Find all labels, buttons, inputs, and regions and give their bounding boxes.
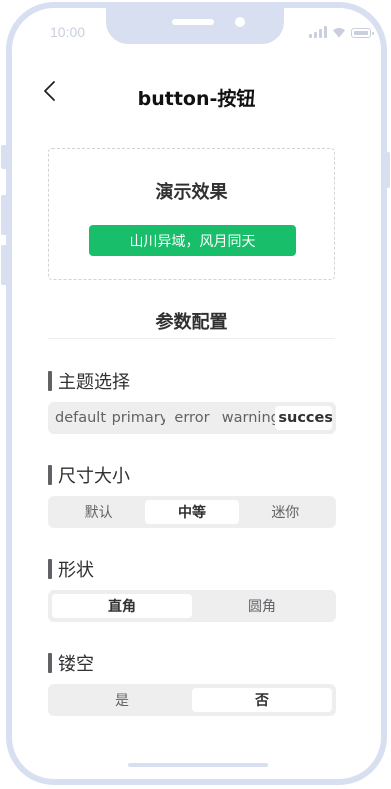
plain-group-title: 镂空 — [48, 650, 94, 676]
shape-option-round[interactable]: 圆角 — [192, 594, 332, 618]
theme-segmented-control: default primary error warning success — [48, 402, 336, 434]
home-indicator — [128, 763, 268, 767]
battery-icon — [351, 28, 374, 38]
screen: 10:00 button-按钮 演示效果 山川异域，风月同天 参数配置 主题选择… — [0, 0, 391, 789]
demo-button[interactable]: 山川异域，风月同天 — [89, 225, 296, 256]
demo-title: 演示效果 — [155, 182, 228, 203]
group-title-bar — [48, 465, 52, 485]
plain-option-yes[interactable]: 是 — [52, 688, 192, 712]
wifi-icon — [333, 28, 345, 38]
size-option-mini[interactable]: 迷你 — [239, 500, 332, 524]
size-segmented-control: 默认 中等 迷你 — [48, 496, 336, 528]
params-divider — [48, 338, 335, 339]
params-title: 参数配置 — [155, 312, 228, 333]
theme-option-warning[interactable]: warning — [219, 406, 276, 430]
speaker-slot — [172, 19, 214, 25]
group-title-bar — [48, 371, 52, 391]
theme-option-default[interactable]: default — [52, 406, 109, 430]
group-title-bar — [48, 559, 52, 579]
phone-frame: 10:00 button-按钮 演示效果 山川异域，风月同天 参数配置 主题选择… — [6, 2, 387, 785]
plain-segmented-control: 是 否 — [48, 684, 336, 716]
theme-option-error[interactable]: error — [165, 406, 219, 430]
shape-segmented-control: 直角 圆角 — [48, 590, 336, 622]
plain-group-label: 镂空 — [58, 654, 94, 675]
page-title: button-按钮 — [137, 88, 256, 110]
front-camera — [235, 17, 245, 27]
shape-group-label: 形状 — [58, 560, 94, 581]
theme-option-primary[interactable]: primary — [109, 406, 166, 430]
status-icons — [309, 26, 374, 38]
phone-notch — [106, 8, 284, 44]
status-time: 10:00 — [50, 24, 86, 40]
group-title-bar — [48, 653, 52, 673]
theme-option-success[interactable]: success — [275, 406, 332, 430]
size-option-medium[interactable]: 中等 — [145, 500, 239, 524]
signal-icon — [309, 26, 327, 38]
demo-panel: 演示效果 山川异域，风月同天 — [48, 148, 335, 280]
theme-group-label: 主题选择 — [58, 372, 130, 393]
plain-option-no[interactable]: 否 — [192, 688, 332, 712]
theme-group-title: 主题选择 — [48, 368, 130, 394]
shape-group-title: 形状 — [48, 556, 94, 582]
size-group-title: 尺寸大小 — [48, 462, 130, 488]
size-option-default[interactable]: 默认 — [52, 500, 145, 524]
shape-option-square[interactable]: 直角 — [52, 594, 192, 618]
size-group-label: 尺寸大小 — [58, 466, 130, 487]
